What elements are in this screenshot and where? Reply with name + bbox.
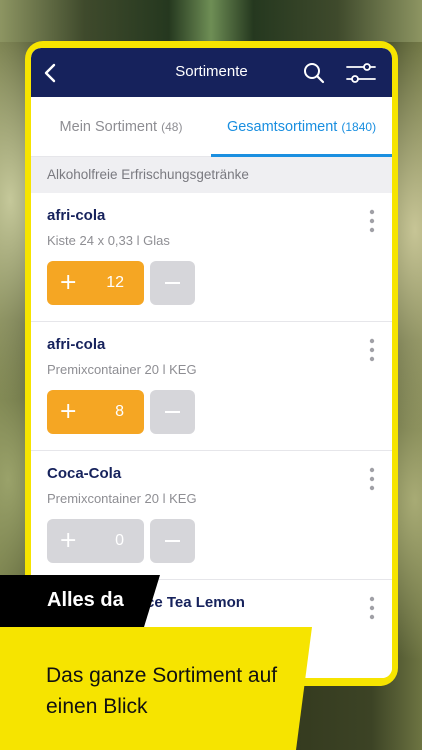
item-subtitle: Premixcontainer 20 l KEG: [47, 362, 197, 377]
plus-icon: +: [59, 270, 78, 295]
plus-icon: +: [59, 399, 78, 424]
more-vertical-icon[interactable]: [369, 596, 375, 620]
minus-icon: [165, 411, 180, 413]
quantity-value: 0: [115, 532, 124, 549]
quantity-remove-button[interactable]: [150, 519, 195, 563]
tab-label: Mein Sortiment: [59, 119, 158, 135]
list-item[interactable]: afri-cola Kiste 24 x 0,33 l Glas + 12: [31, 193, 392, 322]
item-name: afri-cola: [47, 336, 106, 353]
quantity-add-button[interactable]: + 0: [47, 519, 144, 563]
item-subtitle: Premixcontainer 20 l KEG: [47, 491, 197, 506]
search-icon[interactable]: [302, 61, 326, 85]
item-name: ce Tea Lemon: [146, 594, 245, 611]
quantity-value: 8: [115, 403, 124, 420]
more-vertical-icon[interactable]: [369, 338, 375, 362]
item-name: Coca-Cola: [47, 465, 122, 482]
quantity-value: 12: [106, 274, 124, 291]
tab-count: (48): [161, 120, 183, 134]
quantity-add-button[interactable]: + 8: [47, 390, 144, 434]
tab-label: Gesamtsortiment: [226, 119, 338, 135]
item-name: afri-cola: [47, 207, 106, 224]
tab-mein-sortiment[interactable]: Mein Sortiment (48): [31, 97, 211, 157]
minus-icon: [165, 282, 180, 284]
section-header: Alkoholfreie Erfrischungsgetränke: [31, 157, 392, 193]
plus-icon: +: [59, 528, 78, 553]
minus-icon: [165, 540, 180, 542]
promo-headline: Das ganze Sortiment auf einen Blick: [46, 664, 278, 718]
more-vertical-icon[interactable]: [369, 209, 375, 233]
quantity-add-button[interactable]: + 12: [47, 261, 144, 305]
list-item[interactable]: Coca-Cola Premixcontainer 20 l KEG + 0: [31, 451, 392, 580]
quantity-remove-button[interactable]: [150, 390, 195, 434]
more-vertical-icon[interactable]: [369, 467, 375, 491]
filter-icon[interactable]: [345, 61, 377, 85]
promo-tagline: Alles da: [47, 589, 124, 611]
navigation-bar: Sortimente: [31, 48, 392, 97]
segment-tabs: Mein Sortiment (48) Gesamtsortiment (184…: [31, 97, 392, 157]
item-subtitle: Kiste 24 x 0,33 l Glas: [47, 233, 170, 248]
tab-count: (1840): [341, 120, 377, 134]
list-item[interactable]: afri-cola Premixcontainer 20 l KEG + 8: [31, 322, 392, 451]
tab-gesamtsortiment[interactable]: Gesamtsortiment (1840): [211, 97, 392, 157]
quantity-remove-button[interactable]: [150, 261, 195, 305]
active-tab-indicator: [211, 154, 392, 157]
page-title: Sortimente: [175, 63, 248, 80]
bottle-neck-photo: [0, 0, 422, 42]
